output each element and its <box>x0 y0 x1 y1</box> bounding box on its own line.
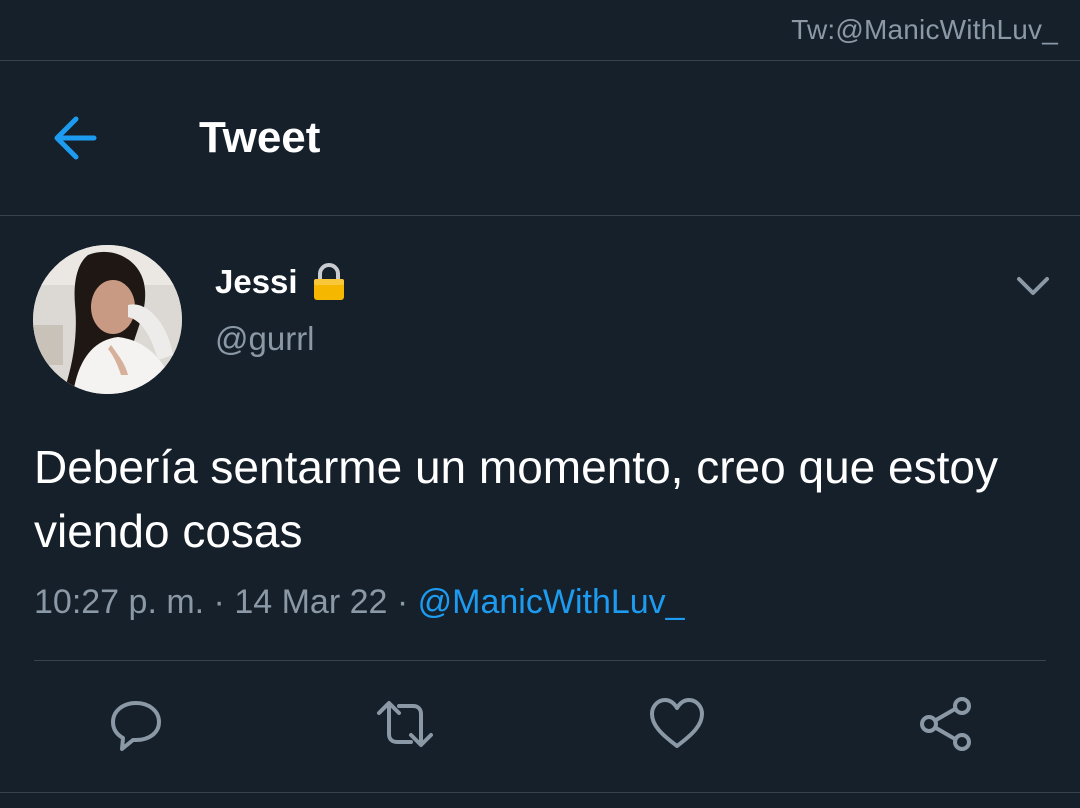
watermark-text: Tw:@ManicWithLuv_ <box>791 14 1058 45</box>
author-display-name[interactable]: Jessi <box>215 263 298 301</box>
tweet-detail-screen: Tw:@ManicWithLuv_ Tweet Jessi @gurrl Deb… <box>0 0 1080 808</box>
actions-divider <box>34 660 1046 661</box>
tweet-time: 10:27 p. m. <box>34 583 205 621</box>
share-button[interactable] <box>916 694 976 754</box>
meta-separator: · <box>204 583 235 621</box>
author-handle[interactable]: @gurrl <box>215 320 315 358</box>
reply-icon <box>111 701 161 751</box>
tweet-actions-bar <box>0 680 1080 770</box>
lock-icon <box>311 262 347 302</box>
app-header: Tweet <box>0 61 1080 215</box>
tweet-date: 14 Mar 22 <box>234 583 388 621</box>
heart-icon <box>650 698 704 748</box>
avatar-image <box>33 245 182 394</box>
tweet-source-link[interactable]: @ManicWithLuv_ <box>418 583 685 621</box>
page-title: Tweet <box>199 113 321 162</box>
meta-separator: · <box>387 583 418 621</box>
like-button[interactable] <box>647 694 707 754</box>
tweet-metadata: 10:27 p. m. · 14 Mar 22 · @ManicWithLuv_ <box>34 583 685 622</box>
retweet-button[interactable] <box>375 694 435 754</box>
retweet-icon <box>377 701 433 747</box>
header-divider <box>0 215 1080 216</box>
bottom-divider <box>0 792 1080 793</box>
tweet-text: Debería sentarme un momento, creo que es… <box>34 441 998 557</box>
back-button[interactable] <box>44 105 110 171</box>
avatar[interactable] <box>33 245 182 394</box>
more-options-button[interactable] <box>1010 268 1056 304</box>
arrow-left-icon <box>54 116 97 160</box>
chevron-down-icon <box>1017 277 1049 295</box>
reply-button[interactable] <box>106 694 166 754</box>
share-icon <box>920 697 971 751</box>
